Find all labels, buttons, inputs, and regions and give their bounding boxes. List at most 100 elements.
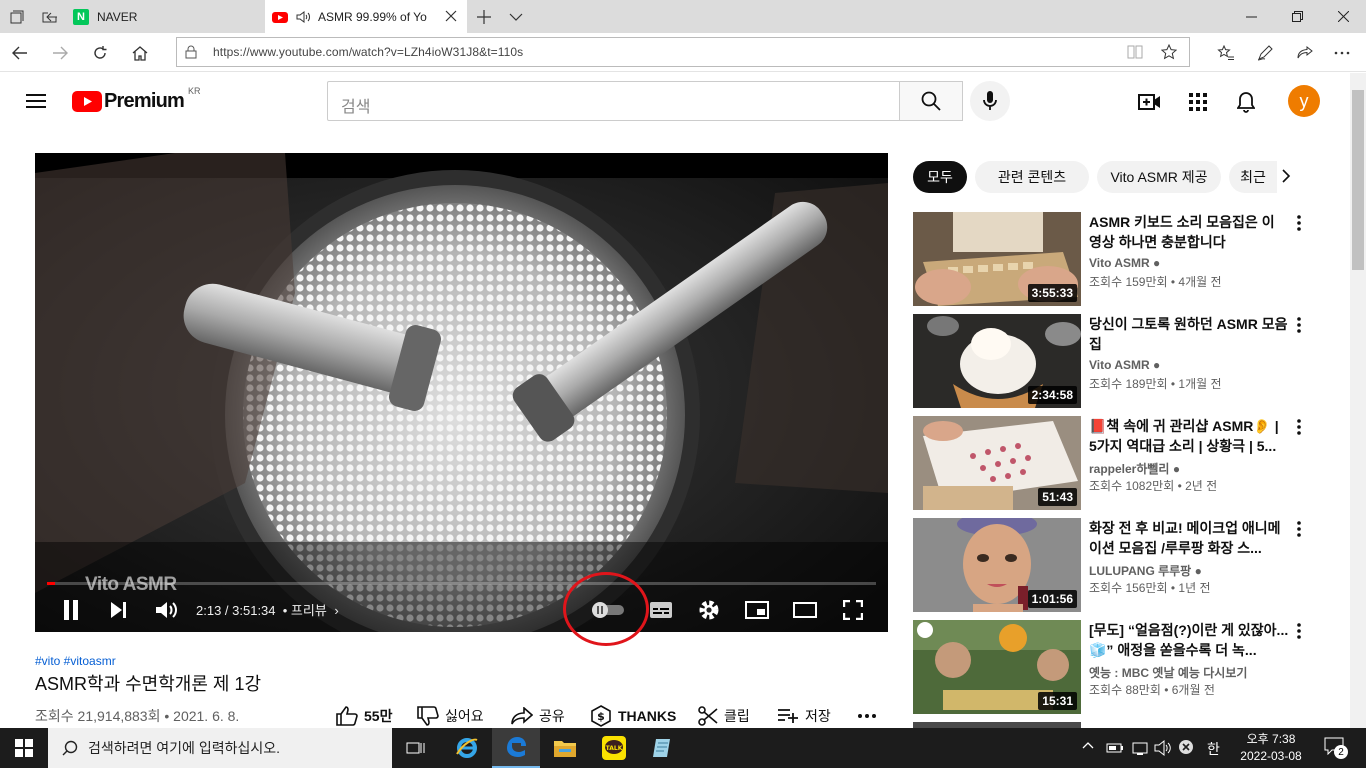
taskbar-search-input[interactable]: 검색하려면 여기에 입력하십시오. — [48, 728, 392, 768]
scrollbar-thumb[interactable] — [1352, 90, 1364, 270]
search-input[interactable]: 검색 — [327, 81, 900, 121]
miniplayer-button[interactable] — [741, 594, 773, 626]
like-button[interactable]: 55만 — [336, 705, 392, 727]
video-thumbnail[interactable]: 51:43 — [913, 416, 1081, 510]
video-title[interactable]: ASMR 키보드 소리 모음집은 이 영상 하나면 충분합니다 — [1089, 212, 1289, 252]
show-hidden-icons[interactable] — [1082, 741, 1094, 749]
no-connection-icon[interactable] — [1178, 739, 1194, 755]
kakaotalk-icon[interactable]: TALK — [590, 728, 638, 768]
chip-all[interactable]: 모두 — [913, 161, 967, 193]
speaker-icon[interactable] — [1154, 739, 1172, 757]
file-explorer-icon[interactable] — [541, 728, 589, 768]
favorite-star-icon[interactable] — [1161, 44, 1177, 60]
more-options-icon[interactable] — [1297, 419, 1313, 439]
network-icon[interactable] — [1131, 739, 1149, 757]
youtube-logo[interactable]: Premium KR — [72, 86, 201, 113]
task-view-icon[interactable] — [392, 728, 440, 768]
refresh-icon[interactable] — [84, 37, 116, 69]
notepad-app-icon[interactable] — [639, 728, 687, 768]
fullscreen-button[interactable] — [837, 594, 869, 626]
action-center-icon[interactable]: 2 — [1324, 737, 1348, 759]
settings-button[interactable] — [693, 594, 725, 626]
dislike-button[interactable]: 싫어요 — [417, 705, 484, 727]
theater-mode-button[interactable] — [789, 594, 821, 626]
recommendation-item[interactable]: 3:55:33 ASMR 키보드 소리 모음집은 이 영상 하나면 충분합니다 … — [913, 212, 1343, 307]
video-player[interactable]: Vito ASMR 2:13 / 3:51:34 • 프리뷰 › — [35, 153, 888, 632]
lock-icon[interactable] — [185, 45, 197, 59]
recommendation-item[interactable]: 51:43 📕책 속에 귀 관리샵 ASMR👂 | 5가지 역대급 소리 | 상… — [913, 416, 1343, 511]
hashtags[interactable]: #vito #vitoasmr — [35, 654, 116, 668]
video-thumbnail[interactable]: 1:01:56 — [913, 518, 1081, 612]
search-button[interactable] — [899, 81, 963, 121]
more-options-icon[interactable] — [1297, 317, 1313, 337]
back-icon[interactable] — [4, 37, 36, 69]
video-title[interactable]: 화장 전 후 비교! 메이크업 애니메이션 모음집 /루루팡 화장 스... — [1089, 518, 1289, 558]
voice-search-button[interactable] — [970, 81, 1010, 121]
recommendation-item[interactable]: 2:34:58 당신이 그토록 원하던 ASMR 모음집 Vito ASMR ●… — [913, 314, 1343, 409]
set-aside-tabs-icon[interactable] — [33, 0, 66, 33]
clip-button[interactable]: 클립 — [698, 705, 750, 727]
chip-recent[interactable]: 최근 — [1229, 161, 1277, 193]
tab-actions-icon[interactable] — [0, 0, 33, 33]
save-button[interactable]: 저장 — [777, 705, 831, 727]
internet-explorer-icon[interactable] — [443, 728, 491, 768]
address-bar[interactable]: https://www.youtube.com/watch?v=LZh4ioW3… — [176, 37, 1190, 67]
pen-icon[interactable] — [1249, 37, 1281, 69]
tab-naver[interactable]: N NAVER — [66, 0, 265, 33]
video-thumbnail[interactable]: 15:31 — [913, 620, 1081, 714]
channel-name[interactable]: Vito ASMR ● — [1089, 358, 1160, 372]
new-tab-icon[interactable] — [467, 0, 500, 33]
progress-bar[interactable] — [47, 582, 876, 585]
next-button[interactable] — [103, 594, 135, 626]
more-options-icon[interactable] — [1297, 623, 1313, 643]
system-clock[interactable]: 오후 7:38 2022-03-08 — [1232, 731, 1310, 765]
channel-name[interactable]: 옛능 : MBC 옛날 예능 다시보기 — [1089, 664, 1247, 681]
restore-icon[interactable] — [1274, 0, 1320, 33]
mute-button[interactable] — [151, 594, 183, 626]
thanks-button[interactable]: $ THANKS — [590, 705, 676, 727]
battery-icon[interactable] — [1106, 739, 1124, 757]
channel-name[interactable]: LULUPANG 루루팡 ● — [1089, 562, 1202, 579]
more-icon[interactable] — [1326, 37, 1358, 69]
favorites-list-icon[interactable] — [1210, 37, 1242, 69]
chip-vito-asmr[interactable]: Vito ASMR 제공 — [1097, 161, 1221, 193]
chips-next-button[interactable] — [1281, 169, 1301, 185]
close-window-icon[interactable] — [1320, 0, 1366, 33]
audio-playing-icon[interactable] — [296, 10, 312, 24]
recommendation-item[interactable]: 15:31 [무도] “얼음점(?)이란 게 있잖아...🧊” 애정을 쏟을수록… — [913, 620, 1343, 715]
edge-taskbar-icon[interactable] — [492, 728, 540, 768]
more-actions-button[interactable] — [858, 705, 882, 727]
video-title[interactable]: [무도] “얼음점(?)이란 게 있잖아...🧊” 애정을 쏟을수록 더 녹..… — [1089, 620, 1289, 660]
start-button[interactable] — [0, 728, 48, 768]
close-tab-icon[interactable] — [445, 10, 457, 22]
create-video-icon[interactable] — [1137, 89, 1163, 115]
channel-name[interactable]: Vito ASMR ● — [1089, 256, 1160, 270]
menu-icon[interactable] — [24, 89, 48, 113]
video-title[interactable]: 당신이 그토록 원하던 ASMR 모음집 — [1089, 314, 1289, 354]
more-options-icon[interactable] — [1297, 215, 1313, 235]
channel-name[interactable]: rappeler하뻴리 ● — [1089, 460, 1180, 477]
apps-grid-icon[interactable] — [1185, 89, 1211, 115]
more-options-icon[interactable] — [1297, 521, 1313, 541]
video-title[interactable]: 📕책 속에 귀 관리샵 ASMR👂 | 5가지 역대급 소리 | 상황극 | 5… — [1089, 416, 1289, 456]
share-button[interactable]: 공유 — [511, 705, 565, 727]
chip-related[interactable]: 관련 콘텐츠 — [975, 161, 1089, 193]
chevron-down-icon[interactable] — [499, 0, 532, 33]
subtitles-button[interactable] — [645, 594, 677, 626]
avatar[interactable]: y — [1288, 85, 1320, 117]
home-icon[interactable] — [124, 37, 156, 69]
url-text: https://www.youtube.com/watch?v=LZh4ioW3… — [213, 45, 524, 59]
reading-view-icon[interactable] — [1127, 45, 1143, 59]
forward-icon[interactable] — [44, 37, 76, 69]
minimize-icon[interactable] — [1228, 0, 1274, 33]
recommendation-item[interactable]: 1:01:56 화장 전 후 비교! 메이크업 애니메이션 모음집 /루루팡 화… — [913, 518, 1343, 613]
video-thumbnail[interactable]: 2:34:58 — [913, 314, 1081, 408]
ime-indicator[interactable]: 한 — [1207, 739, 1220, 759]
pause-button[interactable] — [55, 594, 87, 626]
chapter-label[interactable]: • 프리뷰 — [283, 603, 327, 618]
notifications-bell-icon[interactable] — [1233, 89, 1259, 115]
chevron-right-icon[interactable]: › — [334, 603, 338, 618]
tab-youtube[interactable]: ASMR 99.99% of Yo — [265, 0, 467, 33]
video-thumbnail[interactable]: 3:55:33 — [913, 212, 1081, 306]
share-icon[interactable] — [1289, 37, 1321, 69]
